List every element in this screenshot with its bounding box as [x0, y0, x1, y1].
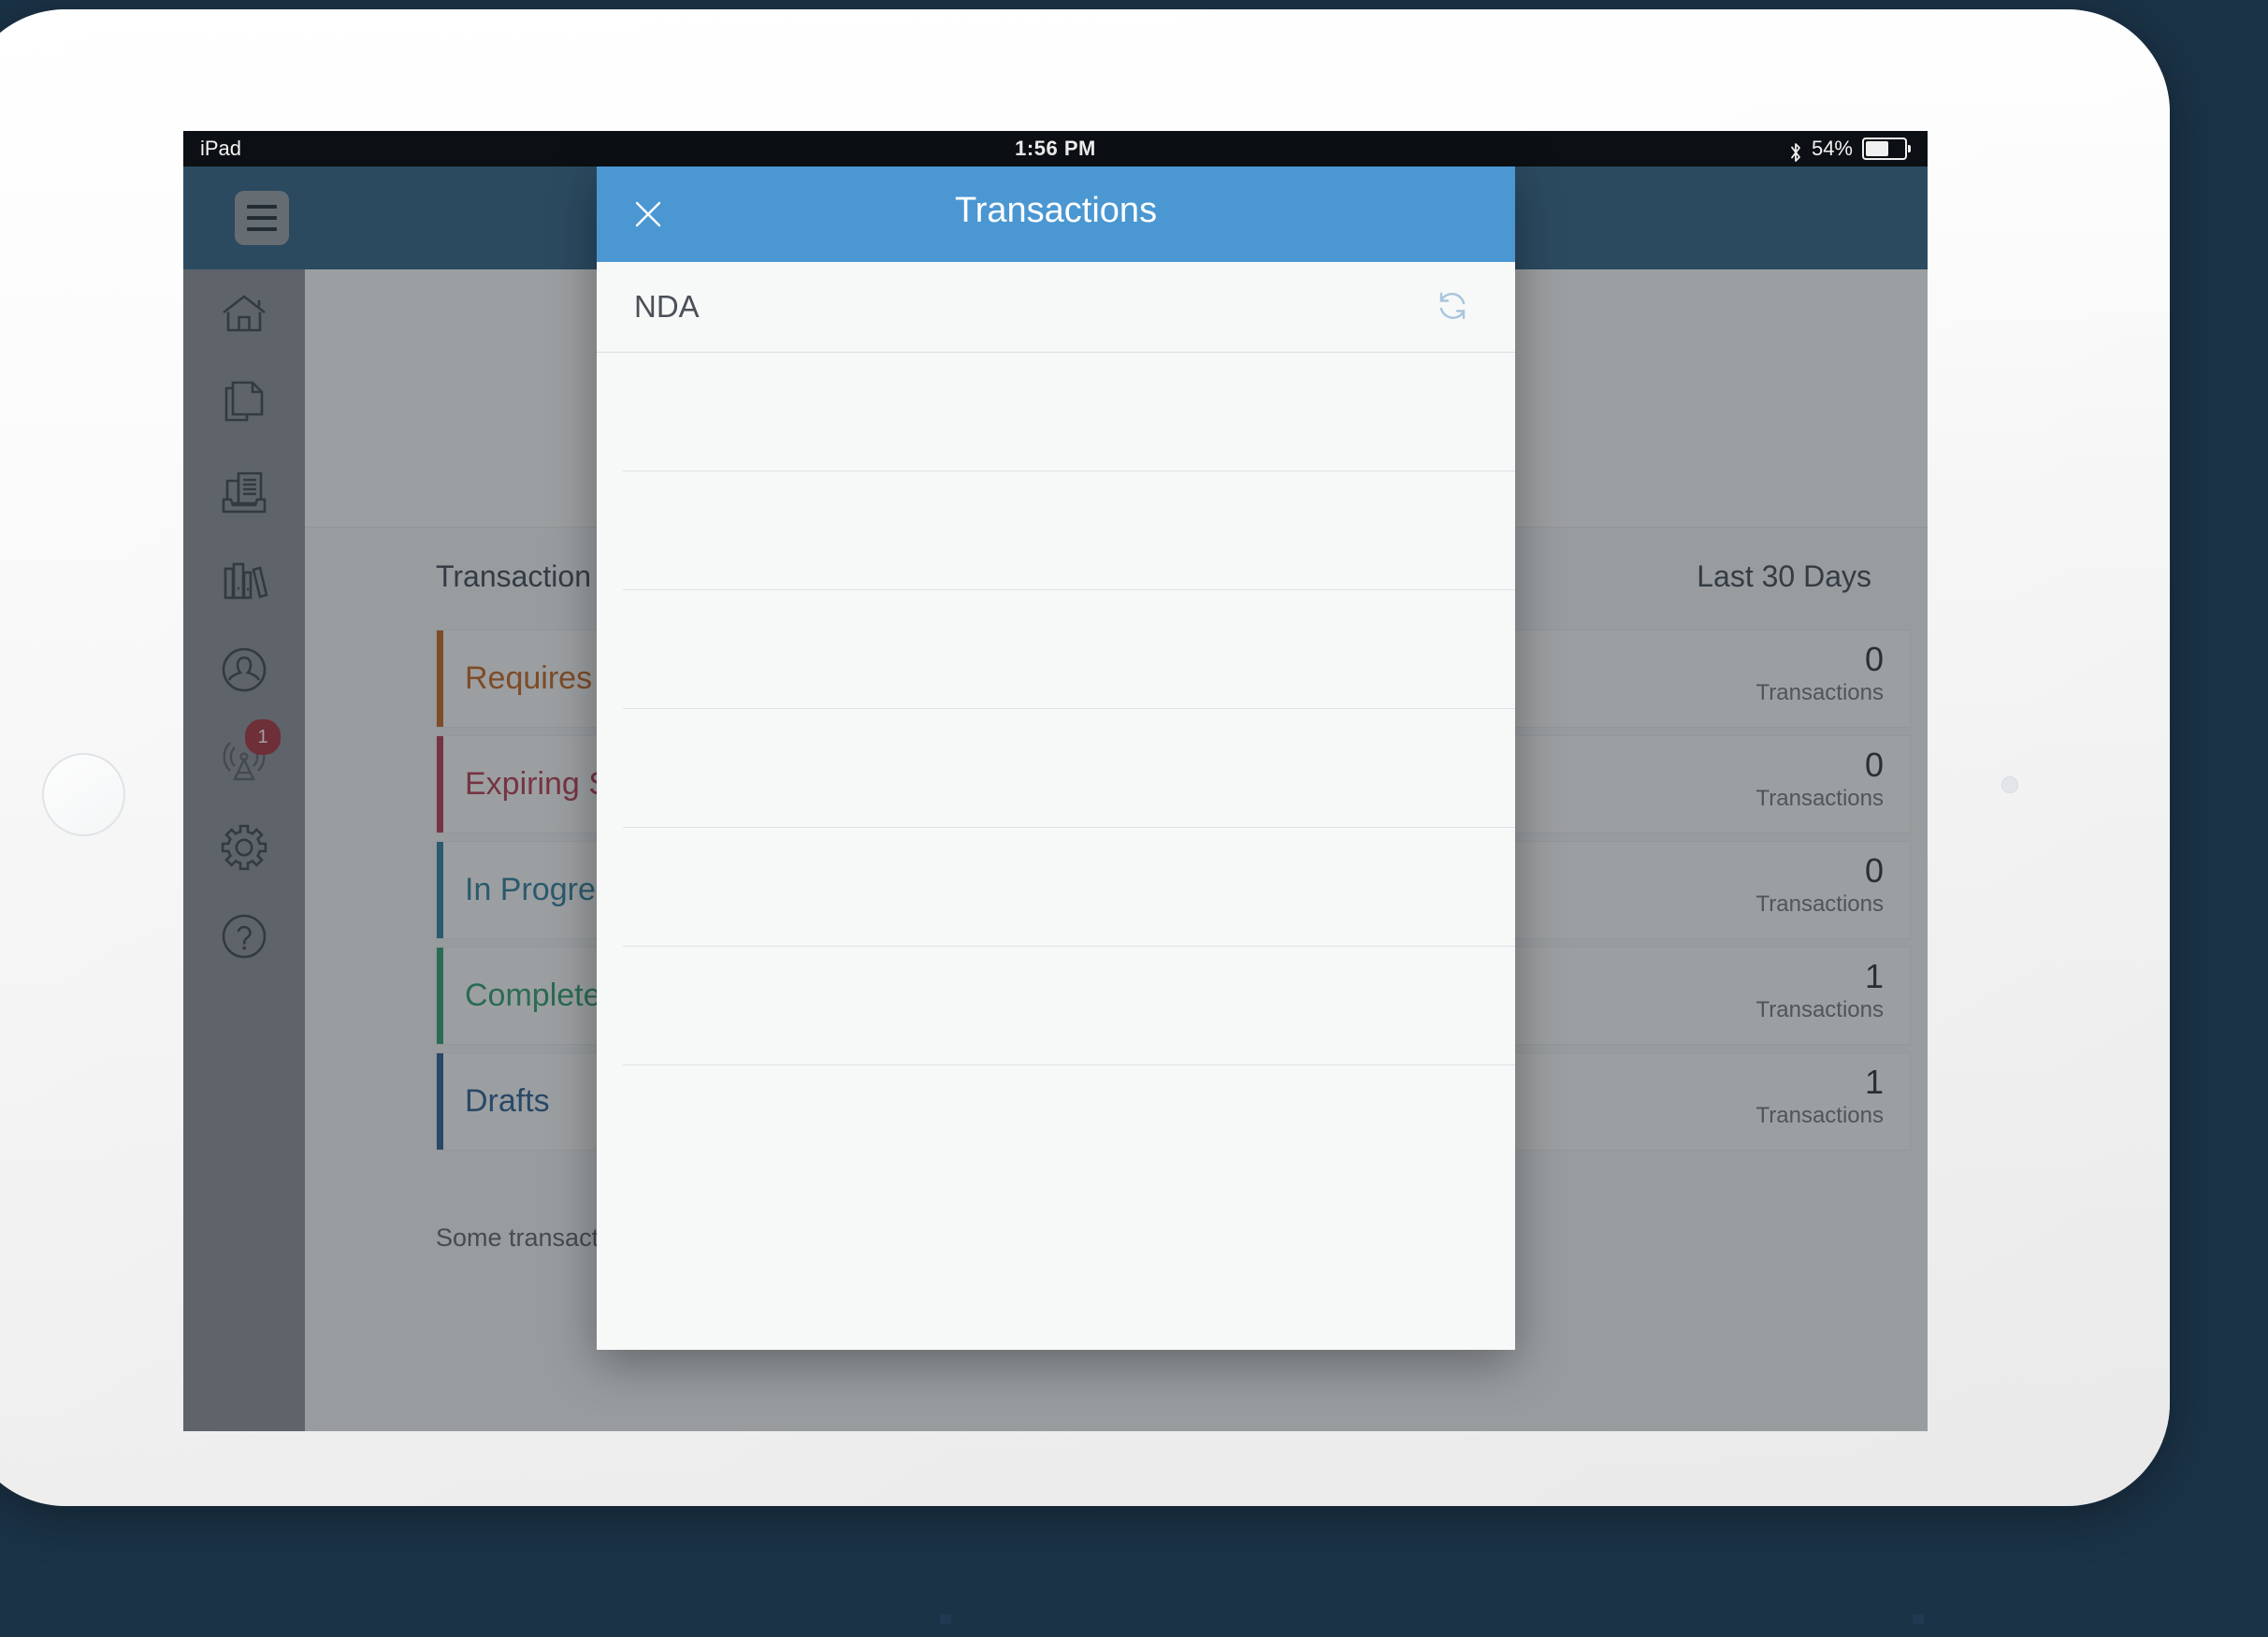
list-item[interactable] — [623, 1065, 1515, 1183]
list-item[interactable] — [623, 947, 1515, 1065]
page-background: iPad 1:56 PM 54% Dashboard — [0, 0, 2268, 1637]
modal-title: Transactions — [954, 191, 1158, 230]
home-button[interactable] — [42, 753, 125, 836]
modal-header: Transactions — [597, 167, 1515, 262]
transactions-modal: Transactions NDA — [597, 167, 1515, 1350]
battery-percent-label: 54% — [1811, 137, 1853, 160]
list-item[interactable] — [623, 828, 1515, 947]
modal-search-row[interactable]: NDA — [597, 262, 1515, 353]
transactions-list — [597, 353, 1515, 1183]
status-right-group: 54% — [1789, 131, 1911, 167]
list-item[interactable] — [623, 590, 1515, 709]
ipad-screen: iPad 1:56 PM 54% Dashboard — [183, 131, 1928, 1431]
status-bar: iPad 1:56 PM 54% — [183, 131, 1928, 167]
status-clock: 1:56 PM — [1015, 137, 1096, 160]
list-item[interactable] — [623, 471, 1515, 590]
bluetooth-icon — [1789, 138, 1802, 162]
front-camera-dot — [2001, 776, 2018, 793]
bottom-mark-right — [1913, 1615, 1924, 1624]
battery-icon — [1862, 138, 1911, 160]
bottom-mark-left — [940, 1615, 951, 1624]
sync-refresh-icon[interactable] — [1429, 282, 1476, 329]
ipad-device-frame: iPad 1:56 PM 54% Dashboard — [0, 9, 2170, 1506]
list-item[interactable] — [623, 709, 1515, 828]
search-input[interactable]: NDA — [634, 289, 700, 325]
list-item[interactable] — [623, 353, 1515, 471]
